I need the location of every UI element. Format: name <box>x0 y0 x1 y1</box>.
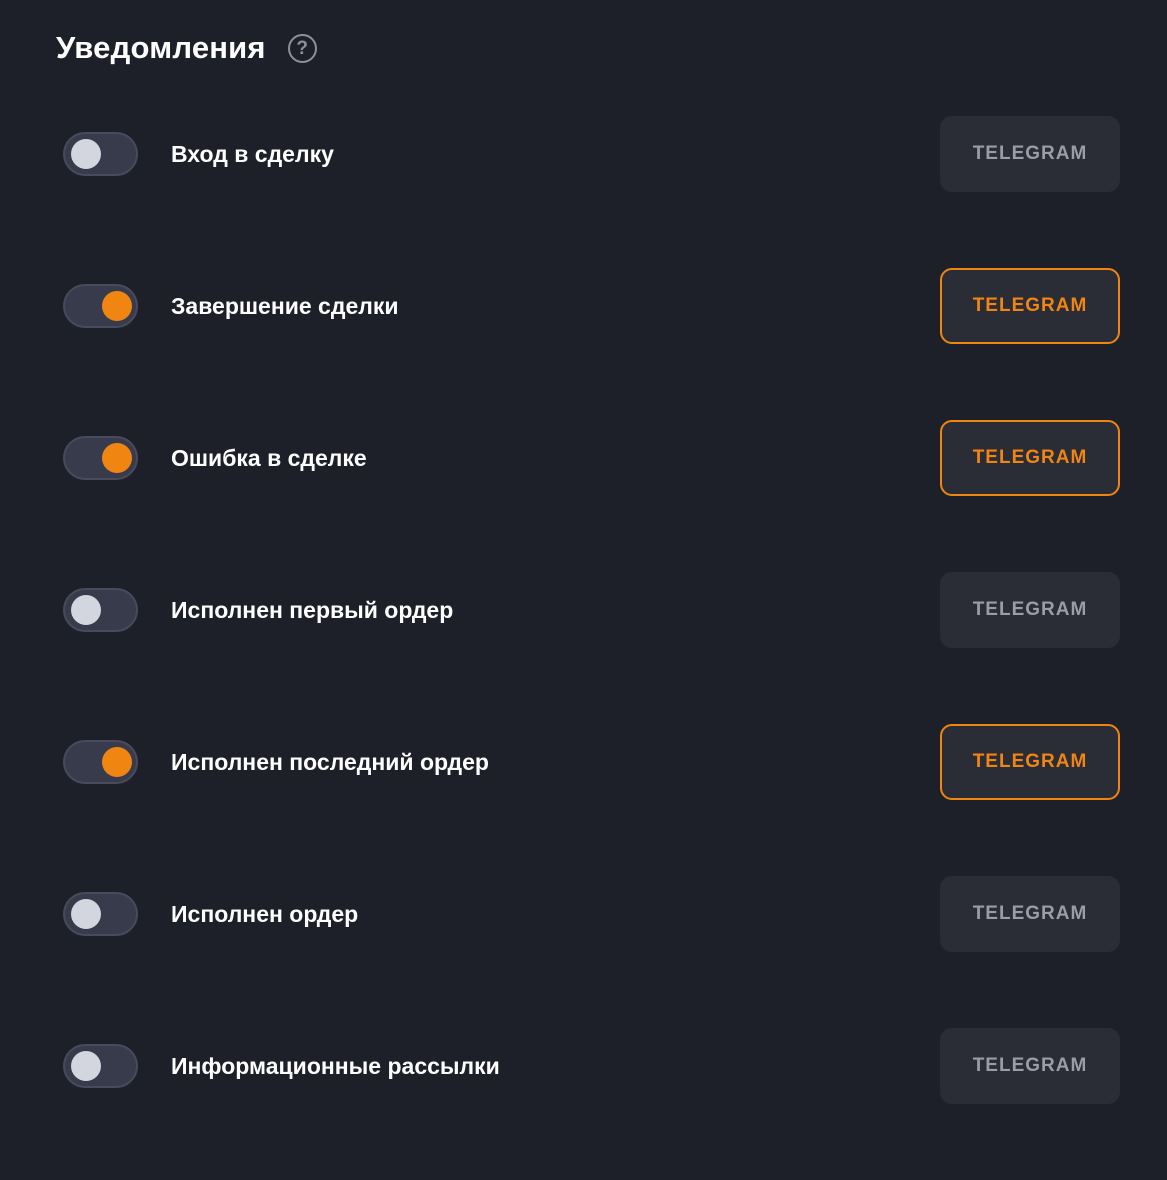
notification-toggle[interactable] <box>63 740 138 784</box>
telegram-button[interactable]: TELEGRAM <box>940 116 1120 192</box>
notification-row: Вход в сделку TELEGRAM <box>0 116 1167 192</box>
notification-toggle[interactable] <box>63 284 138 328</box>
notification-row: Ошибка в сделке TELEGRAM <box>0 420 1167 496</box>
toggle-knob <box>102 291 132 321</box>
help-icon[interactable]: ? <box>287 33 317 63</box>
telegram-button[interactable]: TELEGRAM <box>940 268 1120 344</box>
notification-row: Завершение сделки TELEGRAM <box>0 268 1167 344</box>
notification-label: Ошибка в сделке <box>171 445 367 471</box>
notification-label: Вход в сделку <box>171 141 334 167</box>
toggle-knob <box>102 747 132 777</box>
notification-label: Завершение сделки <box>171 293 399 319</box>
notification-label: Информационные рассылки <box>171 1053 500 1079</box>
toggle-knob <box>71 899 101 929</box>
toggle-knob <box>71 1051 101 1081</box>
page-header: Уведомления ? <box>56 28 317 68</box>
telegram-button[interactable]: TELEGRAM <box>940 876 1120 952</box>
telegram-button[interactable]: TELEGRAM <box>940 724 1120 800</box>
notification-toggle[interactable] <box>63 892 138 936</box>
page-title: Уведомления <box>56 30 266 65</box>
notification-toggle[interactable] <box>63 588 138 632</box>
telegram-button[interactable]: TELEGRAM <box>940 1028 1120 1104</box>
notification-label: Исполнен последний ордер <box>171 749 489 775</box>
notification-list: Вход в сделку TELEGRAM Завершение сделки… <box>0 116 1167 1180</box>
notification-row: Информационные рассылки TELEGRAM <box>0 1028 1167 1104</box>
notification-label: Исполнен первый ордер <box>171 597 454 623</box>
notification-label: Исполнен ордер <box>171 901 359 927</box>
telegram-button[interactable]: TELEGRAM <box>940 420 1120 496</box>
toggle-knob <box>71 139 101 169</box>
notification-toggle[interactable] <box>63 132 138 176</box>
notification-toggle[interactable] <box>63 436 138 480</box>
toggle-knob <box>102 443 132 473</box>
notification-row: Исполнен последний ордер TELEGRAM <box>0 724 1167 800</box>
notification-toggle[interactable] <box>63 1044 138 1088</box>
notification-row: Исполнен ордер TELEGRAM <box>0 876 1167 952</box>
telegram-button[interactable]: TELEGRAM <box>940 572 1120 648</box>
toggle-knob <box>71 595 101 625</box>
notification-row: Исполнен первый ордер TELEGRAM <box>0 572 1167 648</box>
